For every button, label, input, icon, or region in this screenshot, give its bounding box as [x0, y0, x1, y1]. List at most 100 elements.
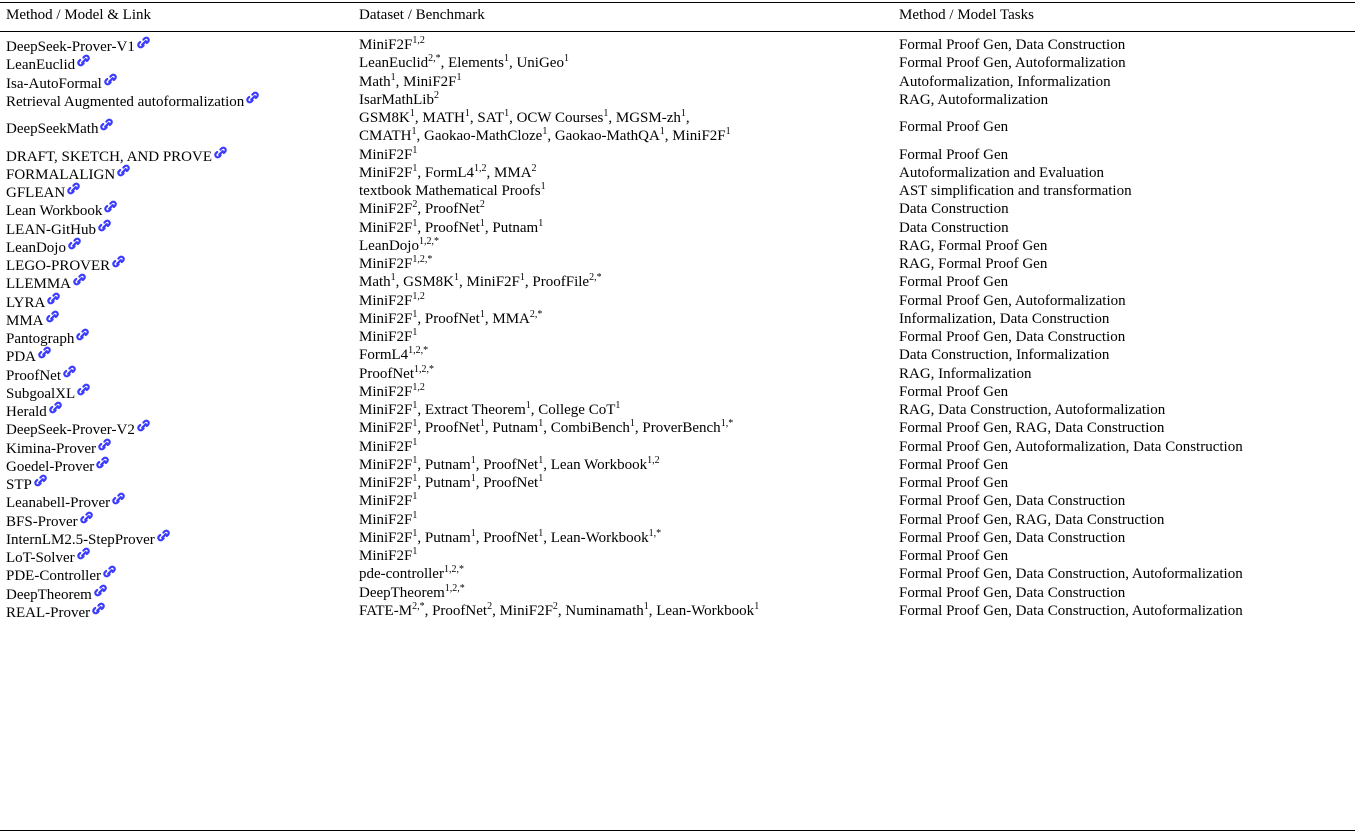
link-icon[interactable]: [104, 73, 117, 86]
dataset-name: , ProofNet: [475, 529, 539, 546]
dataset-name: textbook Mathematical Proofs: [359, 183, 541, 199]
method-cell: STP: [6, 474, 47, 494]
method-cell: DeepSeekMath: [6, 118, 114, 138]
dataset-cell: DeepTheorem1,2,*: [359, 583, 465, 602]
dataset-cell: LeanDojo1,2,*: [359, 236, 439, 255]
method-cell: LeanEuclid: [6, 54, 90, 74]
dataset-footnote-mark: 1: [412, 546, 418, 557]
method-name: InternLM2.5-StepProver: [6, 531, 155, 548]
link-icon[interactable]: [76, 328, 90, 341]
dataset-footnote-mark: 1: [754, 600, 760, 612]
tasks-cell: Formal Proof Gen: [899, 456, 1009, 473]
tasks-cell: RAG, Data Construction, Autoformalizatio…: [899, 402, 1166, 418]
method-name: Retrieval Augmented autoformalization: [6, 93, 245, 110]
link-icon[interactable]: [112, 492, 125, 505]
link-icon[interactable]: [112, 255, 125, 268]
link-icon[interactable]: [49, 401, 62, 414]
method-name: Pantograph: [6, 331, 75, 347]
link-icon[interactable]: [34, 474, 47, 487]
tasks-cell: RAG, Informalization: [899, 365, 1032, 382]
tasks-cell: Formal Proof Gen, Data Construction: [899, 529, 1126, 546]
dataset-name: MiniF2F: [359, 456, 413, 473]
dataset-name: , GSM8K: [395, 274, 455, 291]
tasks-cell: Formal Proof Gen, Data Construction: [899, 493, 1126, 510]
method-name: FORMALALIGN: [6, 166, 116, 183]
dataset-footnote-mark: 1: [412, 436, 418, 448]
method-name: Goedel-Prover: [6, 458, 95, 475]
dataset-name: , ProofNet: [424, 602, 488, 619]
link-icon[interactable]: [76, 547, 90, 560]
link-icon[interactable]: [68, 237, 81, 250]
dataset-name: , Numinamath: [557, 602, 644, 619]
dataset-name: MiniF2F: [359, 475, 413, 491]
tasks-cell: Formal Proof Gen: [899, 475, 1009, 491]
method-name: DeepSeekMath: [6, 121, 99, 138]
link-icon[interactable]: [92, 602, 105, 615]
method-name: BFS-Prover: [6, 513, 78, 530]
tasks-cell: Data Construction: [899, 201, 1009, 218]
dataset-footnote-mark: 2: [433, 89, 439, 101]
method-cell: BFS-Prover: [6, 511, 93, 531]
tasks-cell: Formal Proof Gen, Autoformalization: [899, 292, 1126, 309]
dataset-name: , ProofNet: [417, 201, 480, 218]
link-icon[interactable]: [77, 383, 90, 396]
method-name: Kimina-Prover: [6, 440, 96, 457]
method-cell: DRAFT, SKETCH, AND PROVE: [6, 146, 227, 166]
dataset-cell: pde-controller1,2,*: [359, 565, 464, 583]
link-icon[interactable]: [96, 456, 110, 469]
link-icon[interactable]: [79, 511, 93, 524]
link-icon[interactable]: [38, 346, 51, 359]
dataset-cell: MiniF2F1, FormL41,2, MMA2: [359, 163, 537, 182]
dataset-cell: GSM8K1, MATH1, SAT1, OCW Courses1, MGSM-…: [359, 109, 690, 127]
results-table: Method / Model & Link Dataset / Benchmar…: [0, 0, 1367, 838]
method-cell: REAL-Prover: [6, 602, 105, 622]
method-cell: LeanDojo: [6, 237, 81, 257]
method-cell: Isa-AutoFormal: [6, 73, 117, 93]
tasks-cell: Formal Proof Gen: [899, 119, 1009, 136]
tasks-cell: RAG, Formal Proof Gen: [899, 256, 1048, 272]
dataset-cell: Math1, MiniF2F1: [359, 71, 462, 91]
method-name: LoT-Solver: [6, 550, 75, 566]
dataset-name: , ProofFile: [524, 274, 590, 291]
tasks-cell: RAG, Autoformalization: [899, 91, 1049, 108]
dataset-name: Math: [359, 73, 391, 90]
link-icon[interactable]: [214, 146, 227, 159]
link-icon[interactable]: [98, 219, 111, 232]
dataset-name: CMATH: [359, 128, 412, 145]
dataset-name: , Putnam: [417, 529, 471, 546]
link-icon[interactable]: [137, 36, 150, 49]
dataset-cell: MiniF2F2, ProofNet2: [359, 200, 485, 218]
dataset-footnote-mark: 1: [456, 71, 462, 83]
link-icon[interactable]: [73, 273, 86, 286]
dataset-footnote-mark: 1,*: [648, 527, 662, 539]
link-icon[interactable]: [104, 200, 118, 213]
method-cell: LLEMMA: [6, 273, 86, 293]
link-icon[interactable]: [103, 565, 116, 578]
method-cell: LEGO-PROVER: [6, 255, 125, 275]
link-icon[interactable]: [246, 91, 259, 104]
dataset-name: , Lean-Workbook: [543, 529, 649, 546]
link-icon[interactable]: [117, 164, 130, 177]
dataset-footnote-mark: 1,2,*: [412, 254, 433, 265]
dataset-name: MiniF2F: [359, 420, 413, 437]
dataset-cell: LeanEuclid2,*, Elements1, UniGeo1: [359, 54, 569, 72]
dataset-name: , Lean Workbook: [543, 456, 648, 473]
dataset-cell: MiniF2F1,2,*: [359, 255, 432, 273]
method-cell: LYRA: [6, 292, 61, 312]
link-icon[interactable]: [45, 310, 59, 323]
link-icon[interactable]: [156, 529, 170, 542]
link-icon[interactable]: [67, 182, 80, 195]
link-icon[interactable]: [77, 54, 90, 67]
dataset-footnote-mark: 1,2: [412, 35, 425, 46]
link-icon[interactable]: [100, 118, 114, 131]
dataset-cell: Math1, GSM8K1, MiniF2F1, ProofFile2,*: [359, 273, 602, 291]
link-icon[interactable]: [47, 292, 61, 305]
tasks-cell: Formal Proof Gen: [899, 383, 1009, 400]
link-icon[interactable]: [63, 365, 76, 378]
dataset-footnote-mark: 2,*: [428, 53, 441, 65]
link-icon[interactable]: [94, 584, 107, 597]
link-icon[interactable]: [137, 419, 150, 432]
tasks-cell: Formal Proof Gen, Data Construction, Aut…: [899, 566, 1243, 583]
link-icon[interactable]: [98, 438, 111, 451]
dataset-footnote-mark: 1,2,*: [414, 363, 434, 375]
